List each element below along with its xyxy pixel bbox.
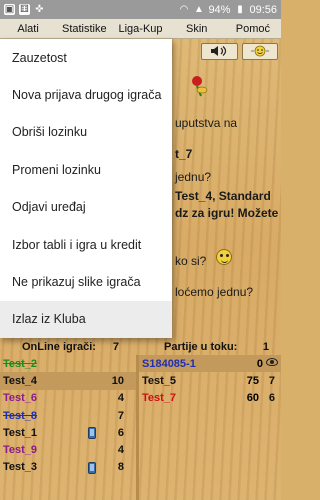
chat-line: jednu?: [175, 170, 212, 184]
online-players-count: 7: [112, 340, 119, 353]
games-list: S184085-1 0 Test_5 75 7 Test_7 60 6: [139, 355, 281, 407]
game-row[interactable]: Test_7 60 6: [139, 390, 281, 407]
signal-icon: ▲: [193, 4, 204, 15]
chat-line: lоćemo jednu?: [175, 285, 254, 299]
watch-eye-icon[interactable]: [266, 358, 278, 366]
player-row[interactable]: Test_6 4: [0, 390, 136, 407]
player-row[interactable]: Test_8 7: [0, 407, 136, 424]
smiley-emoji-icon: [216, 249, 232, 265]
status-bar: ▣ ⚅ ✜ ◠ ▲ 94% ▮ 09:56: [0, 0, 281, 19]
menu-item-odjavi-uredjaj[interactable]: Odjavi uređaj: [0, 189, 172, 226]
player-row[interactable]: Test_2: [0, 355, 136, 372]
menu-statistike[interactable]: Statistike: [56, 23, 112, 35]
player-rating: 4: [117, 392, 124, 405]
menu-skin[interactable]: Skin: [169, 23, 225, 35]
menu-item-izlaz-iz-kluba[interactable]: Izlaz iz Kluba: [0, 300, 172, 339]
menu-pomoc[interactable]: Pomoć: [225, 23, 281, 35]
player-rating: 6: [117, 426, 124, 439]
menu-item-izbor-tabli[interactable]: Izbor tabli i igra u kredit: [0, 226, 172, 263]
player-row[interactable]: Test_3 8: [0, 459, 136, 476]
game-score: 75: [246, 374, 259, 387]
battery-icon: ▮: [237, 4, 243, 15]
game-score: 0: [256, 357, 263, 370]
alati-dropdown-menu: Zauzetost Nova prijava drugog igrača Obr…: [0, 39, 172, 339]
speaker-icon: [210, 46, 226, 57]
menu-item-zauzetost[interactable]: Zauzetost: [0, 39, 172, 76]
gamepad-icon: ✜: [35, 4, 44, 15]
player-name: Test_6: [3, 392, 38, 405]
player-name: Test_1: [3, 426, 38, 439]
game-points: 6: [268, 392, 275, 405]
menu-item-obrisi-lozinku[interactable]: Obriši lozinku: [0, 114, 172, 151]
sound-button[interactable]: [201, 43, 238, 60]
chat-line: ǳ za igru! Možete: [175, 206, 279, 220]
battery-level: 94%: [208, 3, 231, 16]
smiley-icon: [251, 45, 269, 57]
game-row[interactable]: Test_5 75 7: [139, 372, 281, 389]
player-row[interactable]: Test_4 10: [0, 372, 136, 390]
games-in-progress-header: Partije u toku: 1: [138, 338, 281, 355]
player-name: Test_4: [3, 374, 38, 387]
player-rating: 4: [117, 444, 124, 457]
menu-liga-kup[interactable]: Liga-Kup: [112, 23, 168, 35]
player-rating: 7: [117, 409, 124, 422]
player-name: Test_9: [3, 444, 38, 457]
chat-line: t_7: [175, 147, 193, 161]
player-name: Test_2: [3, 357, 38, 370]
chat-line: Test_4, Standard: [175, 189, 271, 203]
player-rating: 8: [117, 461, 124, 474]
player-row[interactable]: Test_1 6: [0, 424, 136, 441]
game-player-name: S184085-1: [142, 357, 196, 370]
wifi-icon: ◠: [179, 4, 189, 15]
games-in-progress-count: 1: [262, 340, 269, 353]
clock: 09:56: [249, 3, 277, 16]
dice-icon: ⚅: [19, 4, 30, 15]
game-points: 7: [268, 374, 275, 387]
game-row[interactable]: S184085-1 0: [139, 355, 281, 373]
game-player-name: Test_7: [142, 392, 177, 405]
app-menu-bar: Alati Statistike Liga-Kup Skin Pomoć: [0, 19, 281, 39]
smiley-button[interactable]: [242, 43, 278, 60]
game-player-name: Test_5: [142, 374, 177, 387]
online-players-list: Test_2 Test_4 10 Test_6 4 Test_8 7 Test_1 6 Test_…: [0, 355, 136, 476]
menu-item-promeni-lozinku[interactable]: Promeni lozinku: [0, 151, 172, 188]
gallery-icon: ▣: [4, 4, 15, 15]
menu-alati[interactable]: Alati: [0, 23, 56, 35]
player-rating: 10: [111, 374, 124, 387]
rose-icon: [192, 76, 208, 97]
chat-line: uputstva na: [175, 116, 238, 130]
player-name: Test_3: [3, 461, 38, 474]
chat-line: ko si?: [175, 254, 207, 268]
player-row[interactable]: Test_9 4: [0, 441, 136, 458]
game-score: 60: [246, 392, 259, 405]
online-players-title: OnLine igrači:: [22, 340, 96, 353]
menu-item-nova-prijava[interactable]: Nova prijava drugog igrača: [0, 76, 172, 113]
online-players-header: OnLine igrači: 7: [0, 338, 137, 355]
menu-item-ne-prikazuj-slike[interactable]: Ne prikazuj slike igrača: [0, 263, 172, 300]
mobile-phone-icon: [88, 427, 96, 440]
player-name: Test_8: [3, 409, 38, 422]
mobile-phone-icon: [88, 461, 96, 474]
games-in-progress-title: Partije u toku:: [164, 340, 238, 353]
